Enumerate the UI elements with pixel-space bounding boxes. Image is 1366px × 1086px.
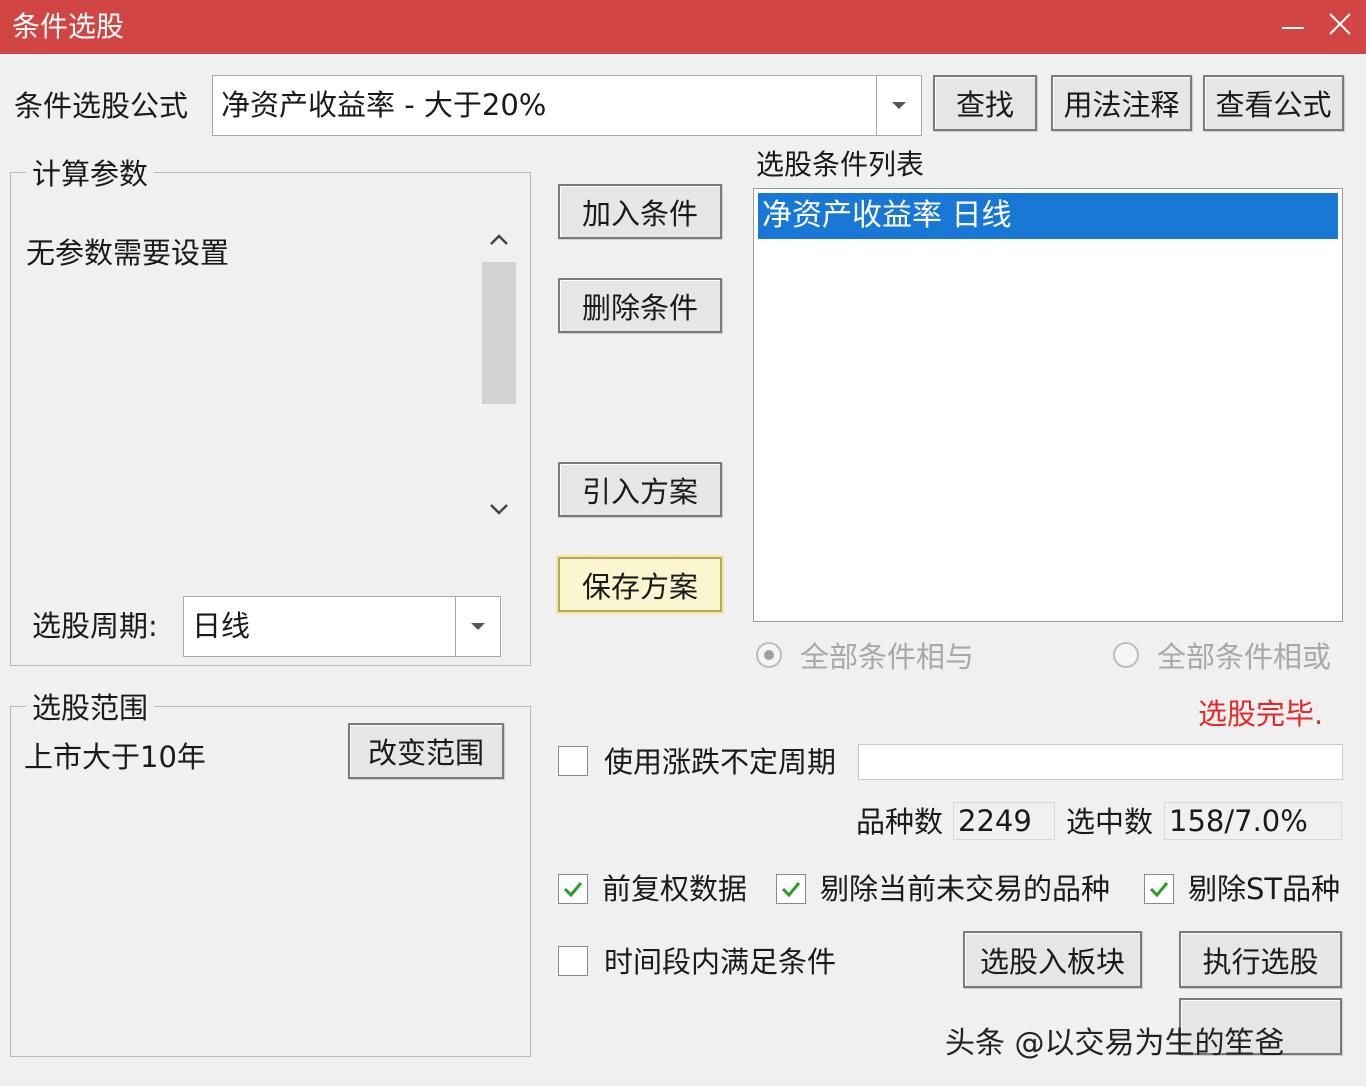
forward-adjusted-checkbox[interactable] [558,874,588,904]
time-window-checkbox[interactable] [558,946,588,976]
import-scheme-button[interactable]: 引入方案 [558,462,722,517]
scroll-down-icon[interactable] [487,497,511,521]
range-title: 选股范围 [26,690,155,726]
add-to-block-button[interactable]: 选股入板块 [963,931,1142,988]
uncertain-period-label: 使用涨跌不定周期 [604,745,837,779]
formula-value: 净资产收益率 - 大于20% [221,88,547,122]
calc-params-title: 计算参数 [26,156,155,192]
uncertain-period-input[interactable] [858,744,1343,780]
selected-count-value: 158/7.0% [1164,802,1342,840]
change-range-button[interactable]: 改变范围 [348,723,504,779]
time-window-label: 时间段内满足条件 [604,945,837,979]
status-text: 选股完毕. [1198,697,1324,731]
uncertain-period-checkbox[interactable] [558,746,588,776]
variety-count-value: 2249 [953,802,1055,840]
exclude-untraded-checkbox[interactable] [776,874,806,904]
or-radio-label: 全部条件相或 [1157,640,1332,674]
forward-adjusted-label: 前复权数据 [602,872,748,906]
no-params-message: 无参数需要设置 [26,236,230,270]
check-icon [781,882,801,898]
and-radio-label: 全部条件相与 [800,640,975,674]
period-value: 日线 [192,609,251,643]
selected-count-label: 选中数 [1066,805,1154,839]
range-value: 上市大于10年 [24,740,206,774]
period-dropdown-arrow[interactable] [455,597,500,656]
chevron-down-icon [471,623,485,630]
check-icon [563,882,583,898]
variety-count-label: 品种数 [856,805,944,839]
formula-combobox[interactable]: 净资产收益率 - 大于20% [212,75,922,136]
add-condition-button[interactable]: 加入条件 [558,184,722,239]
chevron-down-icon [892,102,906,109]
condition-listbox[interactable]: 净资产收益率 日线 [753,188,1343,622]
exclude-untraded-label: 剔除当前未交易的品种 [820,872,1111,906]
close-icon[interactable] [1322,6,1358,42]
view-formula-button[interactable]: 查看公式 [1203,75,1344,131]
and-radio[interactable] [756,642,782,668]
exclude-st-label: 剔除ST品种 [1188,872,1341,906]
period-label: 选股周期: [32,609,158,643]
exclude-st-checkbox[interactable] [1144,874,1174,904]
check-icon [1149,882,1169,898]
minimize-icon[interactable] [1276,6,1310,42]
radio-dot-icon [764,650,774,660]
formula-dropdown-arrow[interactable] [876,76,921,135]
title-bar[interactable] [0,0,1366,54]
or-radio[interactable] [1113,642,1139,668]
execute-selection-button[interactable]: 执行选股 [1179,931,1342,988]
condition-list-title: 选股条件列表 [756,148,925,181]
scroll-thumb[interactable] [482,262,516,404]
list-item[interactable]: 净资产收益率 日线 [758,193,1338,239]
find-button[interactable]: 查找 [933,75,1037,131]
period-combobox[interactable]: 日线 [183,596,501,657]
scroll-up-icon[interactable] [487,228,511,252]
delete-condition-button[interactable]: 删除条件 [558,278,722,333]
usage-notes-button[interactable]: 用法注释 [1051,75,1192,131]
watermark-text: 头条 @以交易为生的笙爸 [945,1026,1285,1061]
window-title: 条件选股 [12,10,125,43]
save-scheme-button[interactable]: 保存方案 [558,557,722,612]
formula-label: 条件选股公式 [14,89,189,123]
